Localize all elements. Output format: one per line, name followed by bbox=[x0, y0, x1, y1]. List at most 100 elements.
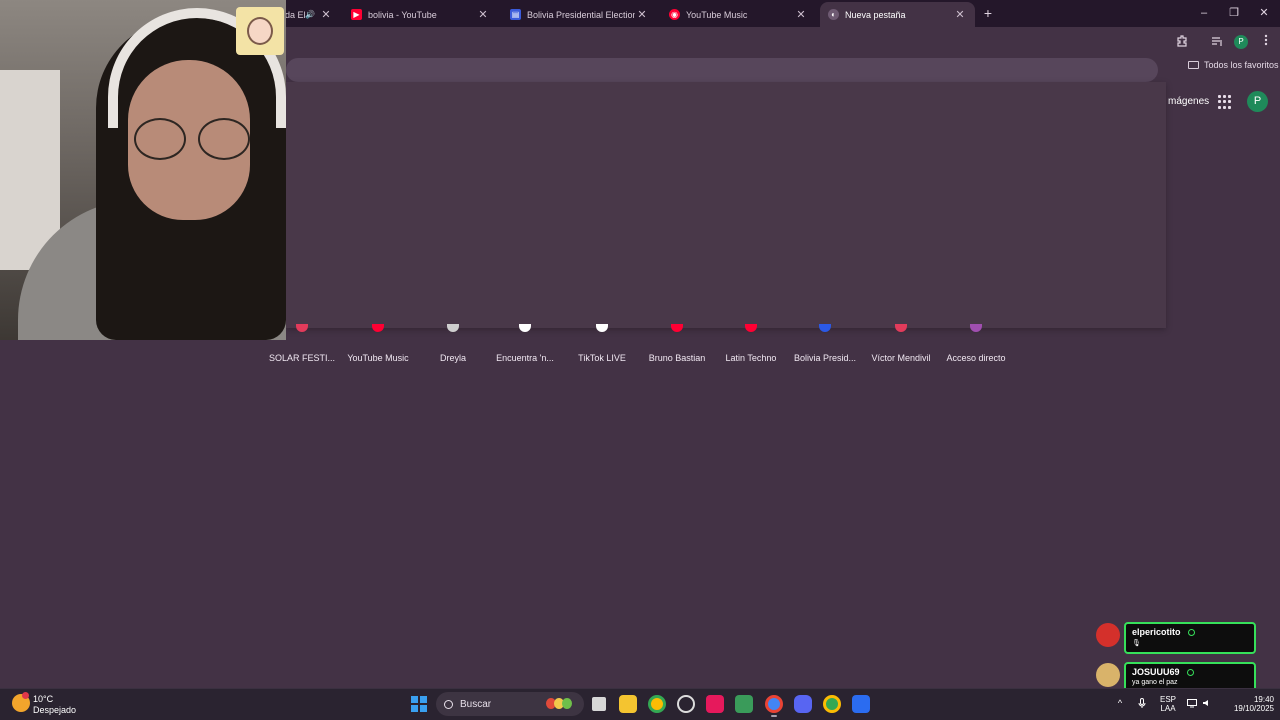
search-highlight-icon bbox=[546, 698, 572, 709]
shortcut-tile[interactable]: Dreyla bbox=[413, 320, 493, 368]
shortcut-label: Bolivia Presid... bbox=[793, 353, 857, 363]
images-link[interactable]: mágenes bbox=[1168, 96, 1209, 107]
extensions-icon[interactable] bbox=[1174, 34, 1190, 50]
shortcut-tile[interactable]: Encuentra 'n... bbox=[485, 320, 565, 368]
tray-overflow-icon[interactable]: ^ bbox=[1115, 698, 1125, 708]
chat-message: elpericotito 🎙 bbox=[1124, 622, 1256, 654]
election-site-icon: ▤ bbox=[510, 9, 521, 20]
youtube-music-icon bbox=[372, 324, 384, 332]
close-tab-icon[interactable]: ✕ bbox=[476, 8, 490, 21]
youtube-icon bbox=[745, 324, 757, 332]
language-indicator[interactable]: ESP LAA bbox=[1158, 695, 1178, 713]
shortcut-favicon-icon bbox=[819, 324, 831, 332]
tab-title: YouTube Music bbox=[686, 9, 748, 20]
network-icon[interactable] bbox=[1187, 698, 1197, 708]
tab-title: bolivia - YouTube bbox=[368, 9, 437, 20]
shortcut-label: YouTube Music bbox=[347, 353, 409, 363]
chat-text: ya gano el paz bbox=[1132, 679, 1178, 686]
shortcut-label: TikTok LIVE bbox=[578, 353, 626, 363]
add-shortcut-tile[interactable]: Acceso directo bbox=[936, 320, 1016, 368]
tab-4[interactable]: ◐ Nueva pestaña ✕ bbox=[820, 2, 975, 27]
media-controls-icon[interactable] bbox=[1209, 34, 1225, 50]
shortcut-label: Latin Techno bbox=[725, 353, 777, 363]
plus-icon bbox=[970, 324, 982, 332]
webcam-overlay bbox=[0, 0, 286, 340]
volume-icon[interactable] bbox=[1202, 698, 1212, 708]
shortcut-tile[interactable]: Bruno Bastian bbox=[637, 320, 717, 368]
badge-icon bbox=[1187, 628, 1195, 636]
shortcut-label: Acceso directo bbox=[946, 353, 1006, 363]
chrome-profile-icon[interactable] bbox=[765, 695, 783, 713]
keyboard-layout: LAA bbox=[1160, 704, 1176, 713]
folder-icon bbox=[1188, 61, 1199, 69]
close-tab-icon[interactable]: ✕ bbox=[319, 8, 333, 21]
chrome-icon[interactable] bbox=[648, 695, 666, 713]
youtube-icon bbox=[671, 324, 683, 332]
shortcut-favicon-icon bbox=[519, 324, 531, 332]
file-explorer-icon[interactable] bbox=[619, 695, 637, 713]
youtube-music-icon: ◉ bbox=[669, 9, 680, 20]
weather-condition[interactable]: Despejado bbox=[33, 705, 76, 715]
chat-text: 🎙 bbox=[1132, 640, 1141, 647]
chat-username: JOSUUU69 bbox=[1132, 667, 1180, 677]
taskbar bbox=[0, 688, 1280, 720]
tab-title: Nueva pestaña bbox=[845, 9, 906, 20]
chrome-alt-icon[interactable] bbox=[823, 695, 841, 713]
weather-alert-badge bbox=[22, 692, 29, 699]
close-tab-icon[interactable]: ✕ bbox=[794, 8, 808, 21]
shortcut-tile[interactable]: TikTok LIVE bbox=[562, 320, 642, 368]
shortcut-tile[interactable]: Latin Techno bbox=[711, 320, 791, 368]
badge-icon bbox=[1186, 668, 1194, 676]
shortcut-tile[interactable]: Bolivia Presid... bbox=[785, 320, 865, 368]
shortcut-label: Encuentra 'n... bbox=[496, 353, 554, 363]
windows-start-icon[interactable] bbox=[411, 696, 427, 712]
tiktok-icon bbox=[596, 324, 608, 332]
menu-icon[interactable] bbox=[1258, 34, 1274, 50]
apps-grid-icon[interactable] bbox=[1218, 95, 1232, 109]
profile-avatar[interactable]: P bbox=[1234, 35, 1248, 49]
chat-avatar bbox=[1096, 623, 1120, 647]
clock-time: 19:40 bbox=[1253, 695, 1274, 704]
close-tab-icon[interactable]: ✕ bbox=[635, 8, 649, 21]
shortcut-tile[interactable]: YouTube Music bbox=[338, 320, 418, 368]
ntp-profile-avatar[interactable]: P bbox=[1247, 91, 1268, 112]
close-window-icon[interactable]: ✕ bbox=[1256, 5, 1272, 21]
tab-2[interactable]: ▤ Bolivia Presidential Election ✕ bbox=[502, 2, 657, 27]
tab-title: da El bbox=[285, 9, 305, 20]
obs-icon[interactable] bbox=[677, 695, 695, 713]
search-icon bbox=[444, 699, 453, 709]
address-bar[interactable] bbox=[286, 58, 1158, 82]
active-app-indicator bbox=[771, 715, 777, 717]
shortcut-label: Bruno Bastian bbox=[648, 353, 706, 363]
all-bookmarks-button[interactable]: Todos los favoritos bbox=[1188, 60, 1279, 70]
new-tab-icon: ◐ bbox=[828, 9, 839, 20]
microphone-icon[interactable] bbox=[1137, 698, 1147, 708]
tiktok-live-icon[interactable] bbox=[706, 695, 724, 713]
weather-temperature[interactable]: 10°C bbox=[33, 694, 53, 704]
omnibox-dropdown-panel bbox=[286, 82, 1166, 328]
discord-icon[interactable] bbox=[794, 695, 812, 713]
speaker-icon[interactable]: 🔊 bbox=[305, 10, 319, 19]
shortcut-tile[interactable]: Víctor Mendivil bbox=[861, 320, 941, 368]
search-placeholder: Buscar bbox=[460, 698, 492, 710]
shortcut-label: SOLAR FESTI... bbox=[268, 353, 335, 363]
maximize-icon[interactable]: ❐ bbox=[1226, 5, 1242, 21]
tab-0[interactable]: da El 🔊 ✕ bbox=[285, 2, 341, 27]
app-icon[interactable] bbox=[852, 695, 870, 713]
shortcut-label: Víctor Mendivil bbox=[871, 353, 931, 363]
clock[interactable]: 19:40 19/10/2025 bbox=[1222, 695, 1274, 713]
shortcut-favicon-icon bbox=[296, 324, 308, 332]
minimize-icon[interactable]: – bbox=[1196, 5, 1212, 21]
clock-date: 19/10/2025 bbox=[1233, 704, 1274, 713]
new-tab-button[interactable]: + bbox=[980, 5, 996, 21]
chat-username: elpericotito bbox=[1132, 627, 1181, 637]
tab-3[interactable]: ◉ YouTube Music ✕ bbox=[661, 2, 816, 27]
language-code: ESP bbox=[1159, 695, 1176, 704]
stream-tool-icon[interactable] bbox=[735, 695, 753, 713]
all-bookmarks-label: Todos los favoritos bbox=[1204, 60, 1279, 70]
shortcut-label: Dreyla bbox=[439, 353, 466, 363]
task-view-icon[interactable] bbox=[590, 695, 608, 713]
youtube-icon: ▶ bbox=[351, 9, 362, 20]
close-tab-icon[interactable]: ✕ bbox=[953, 8, 967, 21]
tab-1[interactable]: ▶ bolivia - YouTube ✕ bbox=[343, 2, 498, 27]
